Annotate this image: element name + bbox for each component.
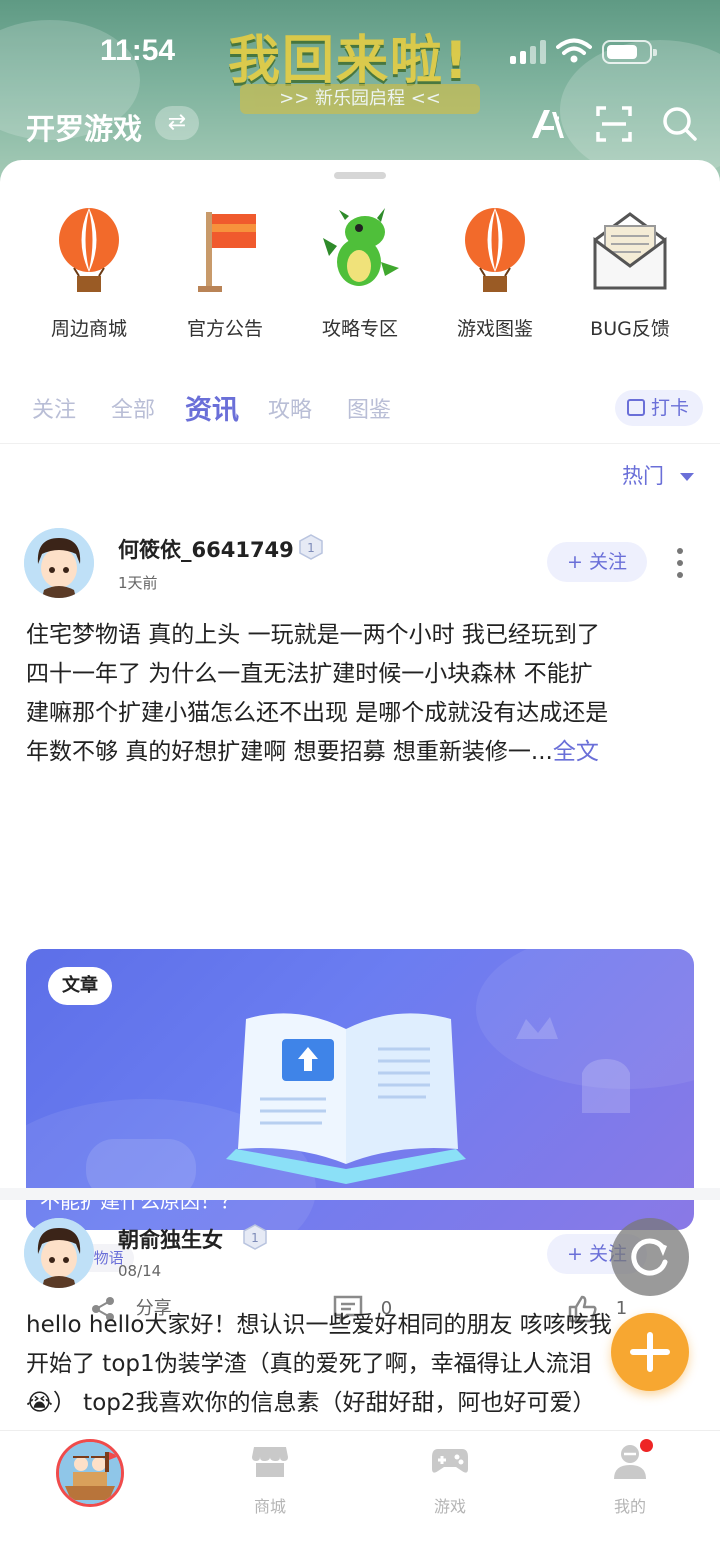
svg-text:1: 1 bbox=[307, 541, 315, 555]
tab-gallery[interactable]: 图鉴 bbox=[347, 392, 391, 424]
checkin-button[interactable]: 打卡 bbox=[615, 390, 703, 426]
app-title-row: 开罗游戏 ⇄ bbox=[0, 100, 720, 150]
full-text-link[interactable]: 全文 bbox=[553, 739, 599, 765]
status-time: 11:54 bbox=[100, 34, 176, 67]
quick-link-shop[interactable]: 周边商城 bbox=[24, 206, 154, 346]
checkin-label: 打卡 bbox=[651, 397, 690, 419]
wifi-icon bbox=[556, 38, 592, 63]
sort-dropdown[interactable]: 热门 bbox=[622, 460, 664, 490]
nav-label: 商城 bbox=[253, 1497, 286, 1516]
ai-icon[interactable] bbox=[528, 104, 568, 144]
tab-guides[interactable]: 攻略 bbox=[268, 392, 312, 424]
calendar-icon bbox=[627, 399, 645, 416]
quick-link-announcement[interactable]: 官方公告 bbox=[160, 206, 290, 346]
post-text-line: 😭） top2我喜欢你的信息素（好甜好甜，阿也好可爱） bbox=[26, 1390, 596, 1416]
quick-link-gallery[interactable]: 游戏图鉴 bbox=[430, 206, 560, 346]
gamepad-icon bbox=[432, 1449, 468, 1473]
level-badge-icon: 1 bbox=[299, 534, 323, 560]
follow-label: 关注 bbox=[588, 551, 627, 573]
battery-icon bbox=[602, 40, 657, 64]
avatar[interactable] bbox=[24, 1218, 94, 1288]
username[interactable]: 何筱依_6641749 bbox=[118, 534, 294, 564]
app-title: 开罗游戏 bbox=[26, 112, 143, 146]
nav-shop[interactable]: 商城 bbox=[210, 1441, 330, 1517]
quick-link-label: 周边商城 bbox=[50, 318, 127, 340]
post-text-line: 开始了 top1伪装学渣（真的爱死了啊，幸福得让人流泪 bbox=[26, 1351, 592, 1377]
dragon-icon bbox=[323, 208, 399, 286]
create-post-button[interactable] bbox=[611, 1313, 689, 1391]
post-text-line: 住宅梦物语 真的上头 一玩就是一两个小时 我已经玩到了 bbox=[26, 622, 600, 648]
follow-button[interactable]: + 关注 bbox=[547, 542, 647, 582]
envelope-icon bbox=[593, 212, 667, 290]
more-icon[interactable] bbox=[676, 548, 684, 580]
shop-icon bbox=[252, 1447, 288, 1477]
quick-link-guides[interactable]: 攻略专区 bbox=[295, 206, 425, 346]
chevron-down-icon[interactable] bbox=[680, 473, 694, 481]
quick-link-bug-report[interactable]: BUG反馈 bbox=[565, 206, 695, 346]
nav-home[interactable] bbox=[56, 1439, 124, 1507]
post-time: 08/14 bbox=[118, 1262, 162, 1280]
signal-icon bbox=[510, 40, 546, 64]
username[interactable]: 朝俞独生女 bbox=[118, 1224, 223, 1254]
switch-icon[interactable]: ⇄ bbox=[155, 106, 199, 140]
quick-link-label: 官方公告 bbox=[186, 318, 263, 340]
balloon-icon bbox=[59, 208, 119, 292]
status-bar: 11:54 bbox=[0, 30, 720, 76]
post-text[interactable]: 住宅梦物语 真的上头 一玩就是一两个小时 我已经玩到了 四十一年了 为什么一直无… bbox=[26, 616, 698, 772]
refresh-button[interactable] bbox=[611, 1218, 689, 1296]
svg-text:1: 1 bbox=[251, 1231, 259, 1245]
refresh-icon bbox=[631, 1238, 668, 1276]
quick-link-label: 游戏图鉴 bbox=[456, 318, 533, 340]
article-badge: 文章 bbox=[48, 967, 112, 1005]
post-text[interactable]: hello hello大家好！想认识一些爱好相同的朋友 咳咳咳我 开始了 top… bbox=[26, 1306, 698, 1423]
search-icon[interactable] bbox=[660, 104, 700, 144]
balloon-icon bbox=[465, 208, 525, 292]
nav-profile[interactable]: 我的 bbox=[570, 1441, 690, 1517]
post-divider bbox=[0, 1188, 720, 1200]
nav-games[interactable]: 游戏 bbox=[390, 1441, 510, 1517]
notification-badge bbox=[640, 1439, 653, 1452]
quick-link-label: 攻略专区 bbox=[321, 318, 398, 340]
post-text-line: hello hello大家好！想认识一些爱好相同的朋友 咳咳咳我 bbox=[26, 1312, 612, 1338]
level-badge-icon: 1 bbox=[243, 1224, 267, 1250]
bottom-nav: 商城 游戏 我的 bbox=[0, 1430, 720, 1564]
feed-tabs: 关注 全部 资讯 攻略 图鉴 打卡 bbox=[0, 382, 720, 444]
tab-follow[interactable]: 关注 bbox=[32, 392, 76, 424]
tab-all[interactable]: 全部 bbox=[111, 392, 155, 424]
nav-label: 我的 bbox=[613, 1497, 646, 1516]
post-time: 1天前 bbox=[118, 574, 158, 592]
sheet-grabber[interactable] bbox=[334, 172, 386, 179]
tab-news[interactable]: 资讯 bbox=[185, 388, 239, 427]
post-text-line: 四十一年了 为什么一直无法扩建时候一小块森林 不能扩 bbox=[26, 661, 593, 687]
avatar[interactable] bbox=[24, 528, 94, 598]
scan-icon[interactable] bbox=[594, 104, 634, 144]
nav-label: 游戏 bbox=[433, 1497, 466, 1516]
post-text-line: 建嘛那个扩建小猫怎么还不出现 是哪个成就没有达成还是 bbox=[26, 700, 609, 726]
quick-link-label: BUG反馈 bbox=[590, 318, 670, 340]
flag-icon bbox=[198, 212, 256, 292]
plus-icon bbox=[630, 1332, 670, 1372]
post-text-line: 年数不够 真的好想扩建啊 想要招募 想重新装修一... bbox=[26, 739, 553, 765]
home-game-icon bbox=[59, 1442, 121, 1504]
